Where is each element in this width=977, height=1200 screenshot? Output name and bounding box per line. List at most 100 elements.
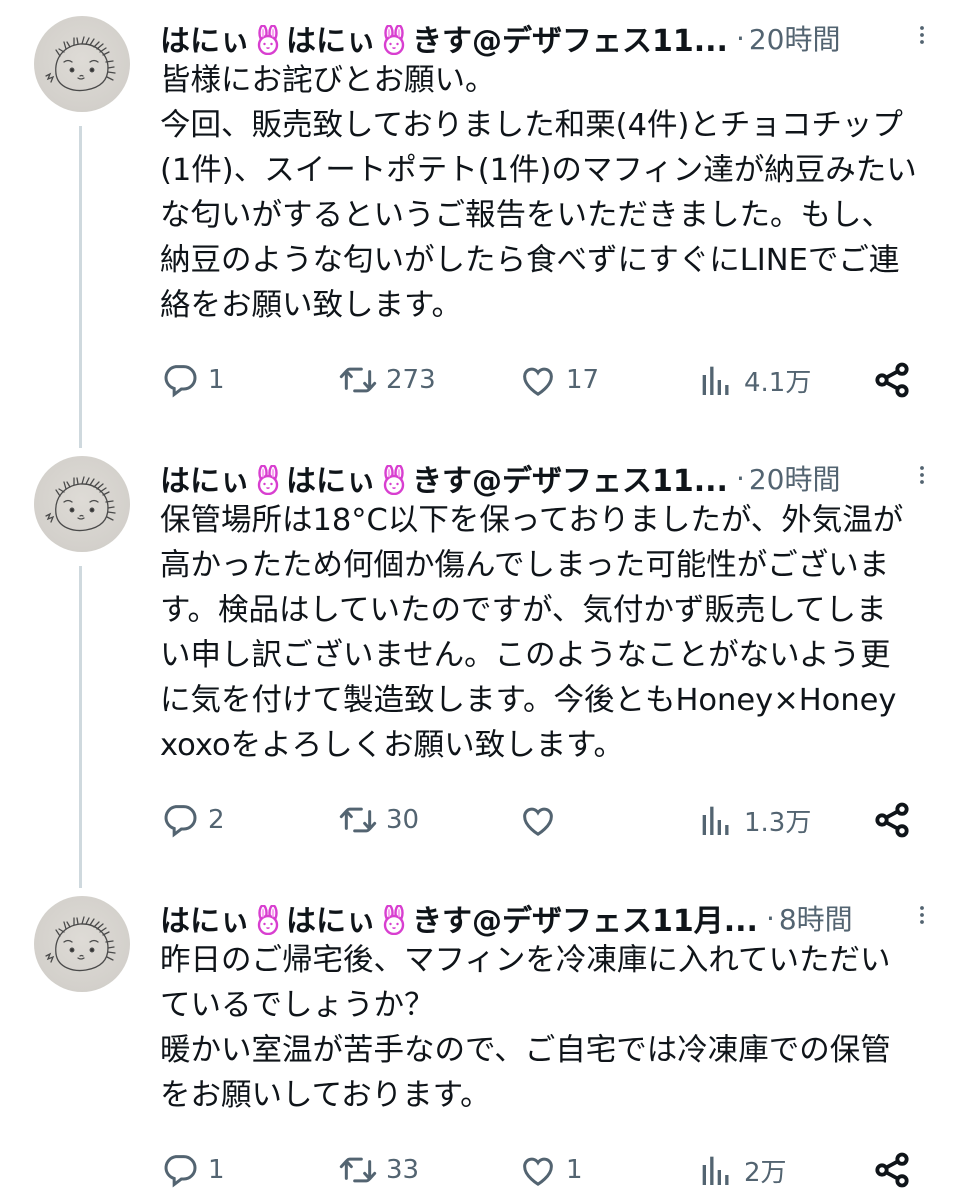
bunny-emoji-icon — [380, 464, 408, 496]
reply-button[interactable]: 2 — [160, 798, 225, 842]
display-name-segment: きす@デザフェス11... — [412, 24, 728, 59]
retweet-count: 273 — [386, 365, 436, 395]
retweet-button[interactable]: 273 — [338, 358, 436, 402]
retweet-button[interactable]: 30 — [338, 798, 419, 842]
share-icon — [872, 1150, 912, 1190]
views-chart-icon — [696, 360, 736, 400]
display-name[interactable]: はにぃ はにぃ きす@デザフェス11... — [160, 456, 728, 500]
bunny-emoji-icon — [254, 904, 282, 936]
tweet-text-line: な匂いがするというご報告をいただきました。もし、 — [160, 198, 892, 233]
display-name-segment: はにぃ — [160, 24, 250, 59]
views-chart-icon — [696, 1150, 736, 1190]
timestamp[interactable]: 20時間 — [749, 18, 841, 58]
tweet-actions: 1 273 17 4.1万 — [160, 358, 920, 402]
views-count: 4.1万 — [744, 367, 812, 398]
tweet-text-line: 昨日のご帰宅後、マフィンを冷凍庫に入れていただい — [160, 943, 891, 978]
reply-count: 2 — [208, 805, 225, 835]
bunny-emoji-icon — [380, 904, 408, 936]
tweet-text: 保管場所は18°C以下を保っておりましたが、外気温が 高かったため何個か傷んでしま… — [160, 498, 930, 768]
display-name-segment: はにぃ — [160, 464, 250, 499]
retweet-count: 30 — [386, 805, 420, 835]
display-name[interactable]: はにぃ はにぃ きす@デザフェス11... — [160, 16, 728, 60]
avatar[interactable] — [34, 456, 130, 552]
tweet-text-line: 納豆のような匂いがしたら食べずにすぐにLINEでご連 — [160, 243, 900, 278]
views-button[interactable]: 4.1万 — [696, 358, 811, 402]
reply-icon — [160, 360, 200, 400]
avatar[interactable] — [34, 896, 130, 992]
more-dots-icon — [910, 23, 934, 51]
retweet-button[interactable]: 33 — [338, 1148, 419, 1192]
like-count: 17 — [566, 365, 600, 395]
tweet-text-line: 保管場所は18°C以下を保っておりましたが、外気温が — [160, 503, 904, 538]
views-button[interactable]: 2万 — [696, 1148, 787, 1192]
header-separator: · — [735, 461, 745, 495]
more-options-button[interactable] — [907, 902, 937, 932]
reply-icon — [160, 1150, 200, 1190]
tweet-text-line: い申し訳ございません。このようなことがないよう更 — [160, 638, 891, 673]
share-button[interactable] — [872, 798, 912, 842]
reply-button[interactable]: 1 — [160, 1148, 225, 1192]
retweet-icon — [338, 360, 378, 400]
reply-count: 1 — [208, 365, 225, 395]
tweet-header: はにぃ はにぃ きす@デザフェス11... · 20時間 — [160, 16, 937, 60]
views-chart-icon — [696, 800, 736, 840]
share-button[interactable] — [872, 358, 912, 402]
retweet-icon — [338, 1150, 378, 1190]
tweet-actions: 1 33 1 2万 — [160, 1148, 920, 1192]
tweet-actions: 2 30 1.3万 — [160, 798, 920, 842]
share-button[interactable] — [872, 1148, 912, 1192]
bunny-emoji-icon — [254, 24, 282, 56]
like-button[interactable] — [518, 798, 566, 842]
heart-icon — [518, 1150, 558, 1190]
like-count: 1 — [566, 1155, 583, 1185]
tweet-header: はにぃ はにぃ きす@デザフェス11月... · 8時間 — [160, 896, 937, 940]
reply-button[interactable]: 1 — [160, 358, 225, 402]
tweet-text-line: (1件)、スイートポテト(1件)のマフィン達が納豆みたい — [160, 153, 917, 188]
header-separator: · — [765, 901, 775, 935]
like-button[interactable]: 1 — [518, 1148, 583, 1192]
tweet-text-line: ているでしょうか？ — [160, 988, 435, 1023]
views-count: 1.3万 — [744, 807, 812, 838]
tweet-text-line: に気を付けて製造致します。今後ともHoney×Honey — [160, 683, 897, 718]
display-name-segment: はにぃ — [286, 24, 376, 59]
views-button[interactable]: 1.3万 — [696, 798, 811, 842]
tweet-header: はにぃ はにぃ きす@デザフェス11... · 20時間 — [160, 456, 937, 500]
bunny-emoji-icon — [380, 24, 408, 56]
display-name[interactable]: はにぃ はにぃ きす@デザフェス11月... — [160, 896, 758, 940]
tweet-text-line: をお願いしております。 — [160, 1078, 491, 1113]
retweet-icon — [338, 800, 378, 840]
tweet-text-line: 絡をお願い致します。 — [160, 288, 462, 323]
more-options-button[interactable] — [907, 22, 937, 52]
thread-connector-line — [79, 126, 82, 448]
reply-count: 1 — [208, 1155, 225, 1185]
tweet-text: 昨日のご帰宅後、マフィンを冷凍庫に入れていただい ているでしょうか？ 暖かい室温が苦… — [160, 938, 930, 1118]
heart-icon — [518, 360, 558, 400]
bunny-emoji-icon — [254, 464, 282, 496]
timestamp[interactable]: 20時間 — [749, 458, 841, 498]
more-dots-icon — [910, 903, 934, 931]
share-icon — [872, 800, 912, 840]
tweet-text-line: 高かったため何個か傷んでしまった可能性がございま — [160, 548, 890, 583]
display-name-segment: はにぃ — [286, 904, 376, 939]
more-dots-icon — [910, 463, 934, 491]
display-name-segment: きす@デザフェス11... — [412, 464, 728, 499]
avatar[interactable] — [34, 16, 130, 112]
display-name-segment: はにぃ — [286, 464, 376, 499]
thread-connector-line — [79, 566, 82, 888]
tweet-text-line: 暖かい室温が苦手なので、ご自宅では冷凍庫での保管 — [160, 1033, 891, 1068]
tweet-text-line: す。検品はしていたのですが、気付かず販売してしま — [160, 593, 887, 628]
tweet-text-line: 皆様にお詫びとお願い。 — [160, 63, 496, 98]
reply-icon — [160, 800, 200, 840]
retweet-count: 33 — [386, 1155, 420, 1185]
like-button[interactable]: 17 — [518, 358, 599, 402]
header-separator: · — [735, 21, 745, 55]
timestamp[interactable]: 8時間 — [779, 898, 853, 938]
more-options-button[interactable] — [907, 462, 937, 492]
tweet-text: 皆様にお詫びとお願い。今回、販売致しておりました和栗(4件)とチョコチップ (1件… — [160, 58, 930, 328]
tweet-text-line: 今回、販売致しておりました和栗(4件)とチョコチップ — [160, 108, 903, 143]
views-count: 2万 — [744, 1157, 787, 1188]
tweet-text-line: xoxoをよろしくお願い致します。 — [160, 728, 625, 763]
heart-icon — [518, 800, 558, 840]
display-name-segment: きす@デザフェス11月... — [412, 904, 758, 939]
display-name-segment: はにぃ — [160, 904, 250, 939]
